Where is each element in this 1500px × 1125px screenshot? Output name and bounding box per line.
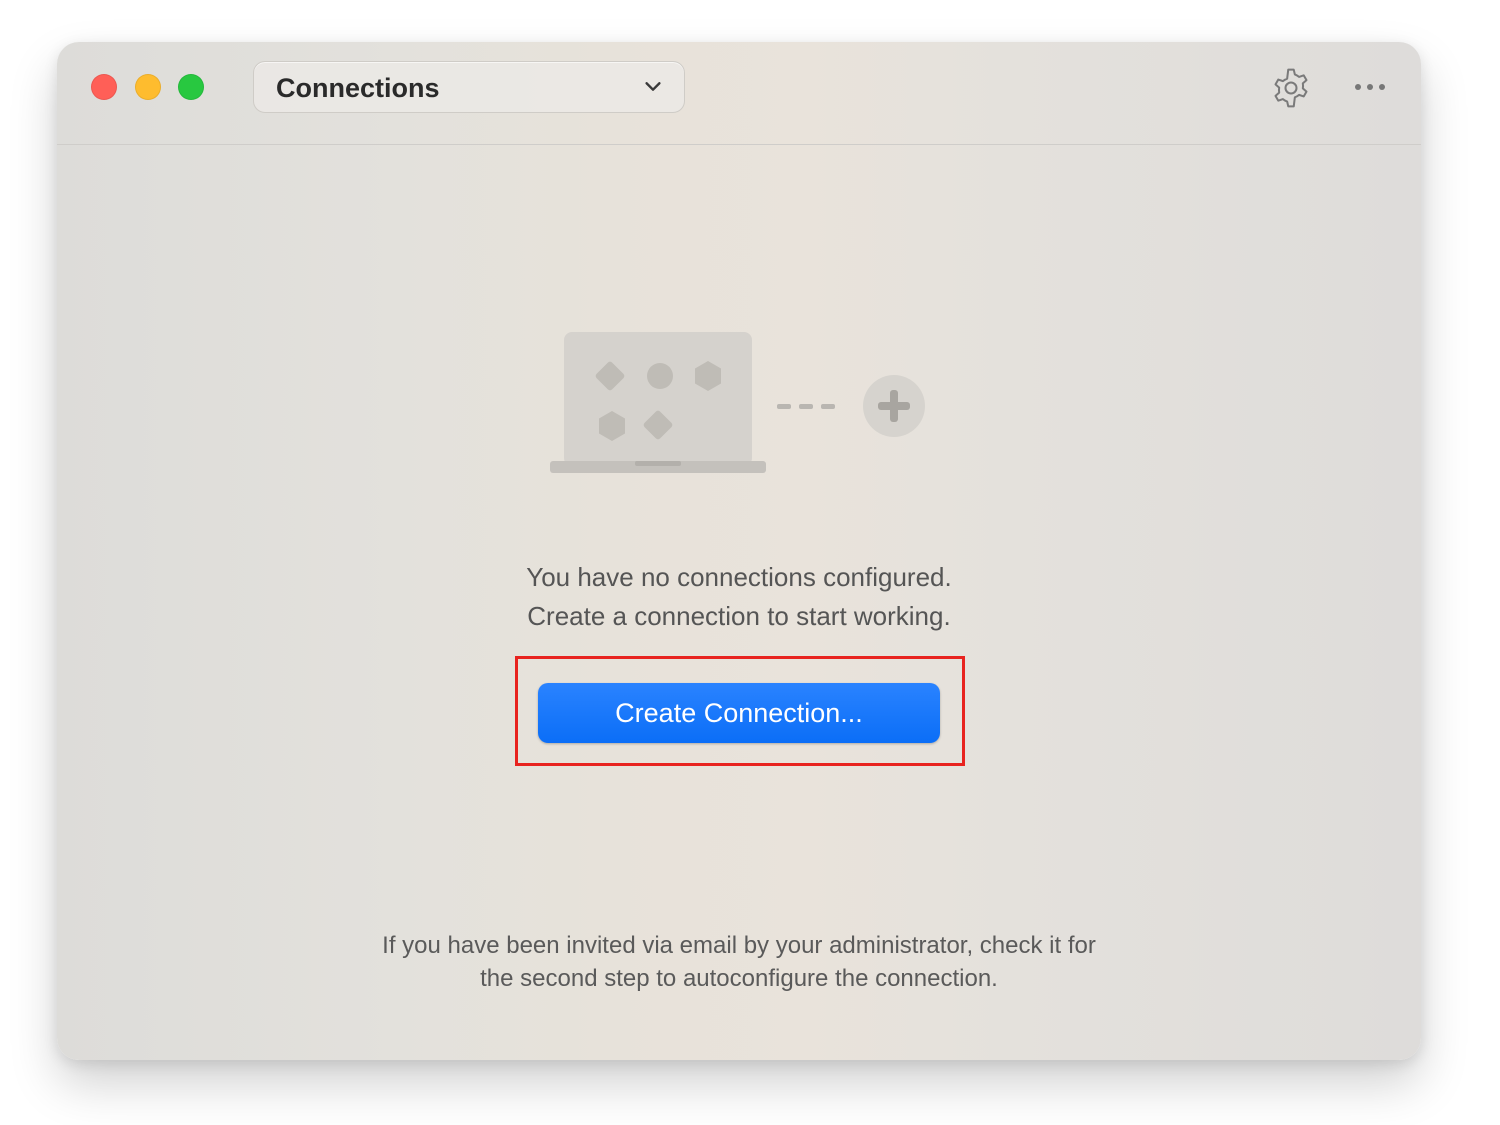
laptop-screen-shape	[564, 332, 752, 466]
dashed-connector	[777, 404, 835, 409]
create-connection-button[interactable]: Create Connection...	[538, 683, 940, 743]
app-window: Connections You have no connections conf…	[57, 42, 1421, 1060]
invite-note-line2: the second step to autoconfigure the con…	[480, 965, 998, 992]
empty-state-message-line2: Create a connection to start working.	[527, 601, 951, 631]
connections-selector-label: Connections	[276, 73, 440, 103]
zoom-window-button[interactable]	[178, 74, 204, 100]
empty-state-message-line1: You have no connections configured.	[526, 562, 952, 592]
invite-note-line1: If you have been invited via email by yo…	[382, 932, 1096, 959]
gear-icon[interactable]	[1269, 66, 1313, 110]
chevron-down-icon	[645, 82, 661, 91]
laptop-illustration	[550, 332, 925, 473]
title-bar: Connections	[57, 42, 1421, 145]
close-window-button[interactable]	[91, 74, 117, 100]
minimize-window-button[interactable]	[135, 74, 161, 100]
circle-shape	[647, 363, 673, 389]
ellipsis-icon[interactable]	[1350, 72, 1390, 102]
connections-selector[interactable]: Connections	[253, 61, 685, 113]
